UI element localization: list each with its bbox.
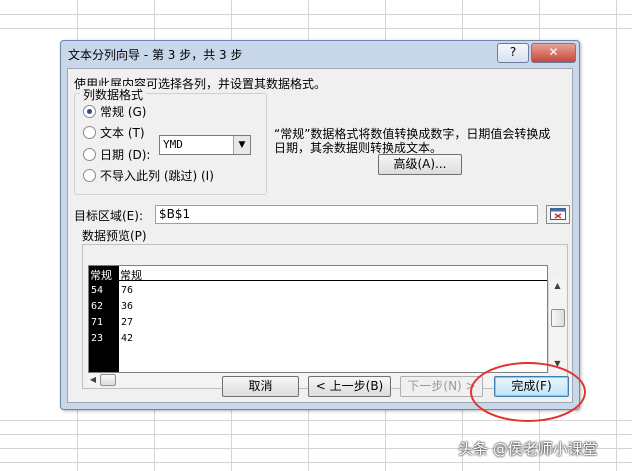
- preview-header-row: 常规 常规: [89, 266, 547, 283]
- radio-circle-icon[interactable]: [83, 126, 96, 139]
- cancel-button[interactable]: 取消: [222, 376, 299, 397]
- radio-text-label: 文本 (T): [100, 126, 145, 140]
- preview-cell: 36: [121, 301, 134, 312]
- description-line-2: 日期，其余数据则转换成文本。: [274, 141, 443, 155]
- chevron-down-icon[interactable]: ▼: [233, 136, 250, 154]
- date-format-select[interactable]: YMD ▼: [159, 135, 251, 155]
- watermark: 头条 @侯老师小课堂: [458, 440, 598, 458]
- date-format-value: YMD: [163, 138, 183, 151]
- dialog-body: 使用此屏内容可选择各列，并设置其数据格式。 列数据格式 常规 (G) 文本 (T…: [67, 68, 573, 403]
- text-import-wizard-dialog: 文本分列向导 - 第 3 步，共 3 步 ? ✕ 使用此屏内容可选择各列，并设置…: [60, 40, 580, 410]
- highlight-circle: [470, 362, 586, 422]
- radio-circle-icon[interactable]: [83, 105, 96, 118]
- preview-cell: 71: [91, 317, 104, 328]
- preview-column-header-1[interactable]: 常规: [89, 266, 118, 282]
- preview-column-header-2[interactable]: 常规: [120, 267, 142, 283]
- radio-circle-icon[interactable]: [83, 148, 96, 161]
- range-select-icon: [550, 208, 566, 220]
- preview-cell: 42: [121, 333, 134, 344]
- destination-label: 目标区域(E):: [74, 209, 143, 223]
- close-button[interactable]: ✕: [531, 43, 576, 63]
- preview-cell: 76: [121, 285, 134, 296]
- preview-cell: 62: [91, 301, 104, 312]
- dialog-title: 文本分列向导 - 第 3 步，共 3 步: [68, 48, 243, 62]
- preview-cell: 27: [121, 317, 134, 328]
- destination-value: $B$1: [159, 207, 191, 221]
- radio-general-label: 常规 (G): [100, 105, 147, 119]
- format-description: “常规”数据格式将数值转换成数字，日期值会转换成 日期，其余数据则转换成文本。: [274, 127, 574, 155]
- preview-grid[interactable]: 常规 常规 54 76 62 36 71 27 23 42: [88, 265, 548, 373]
- scroll-up-icon[interactable]: ▲: [549, 279, 566, 293]
- scroll-left-icon[interactable]: ◀: [88, 373, 98, 386]
- destination-input[interactable]: $B$1: [155, 205, 538, 224]
- column-format-legend: 列数据格式: [80, 86, 147, 103]
- title-bar[interactable]: 文本分列向导 - 第 3 步，共 3 步 ? ✕: [61, 41, 579, 68]
- vertical-scroll-thumb[interactable]: [551, 309, 565, 327]
- advanced-button[interactable]: 高级(A)...: [378, 154, 462, 175]
- previous-step-button[interactable]: < 上一步(B): [308, 376, 391, 397]
- collapse-dialog-button[interactable]: [546, 205, 570, 224]
- radio-date-label: 日期 (D):: [100, 148, 151, 162]
- preview-vertical-scrollbar[interactable]: ▲ ▼: [548, 279, 566, 371]
- column-separator: [118, 266, 119, 372]
- preview-label: 数据预览(P): [82, 229, 147, 243]
- horizontal-scroll-thumb[interactable]: [100, 374, 116, 386]
- radio-circle-icon[interactable]: [83, 169, 96, 182]
- preview-cell: 23: [91, 333, 104, 344]
- description-line-1: “常规”数据格式将数值转换成数字，日期值会转换成: [274, 127, 551, 141]
- help-button[interactable]: ?: [497, 43, 529, 63]
- preview-cell: 54: [91, 285, 104, 296]
- radio-skip-label: 不导入此列 (跳过) (I): [100, 169, 214, 183]
